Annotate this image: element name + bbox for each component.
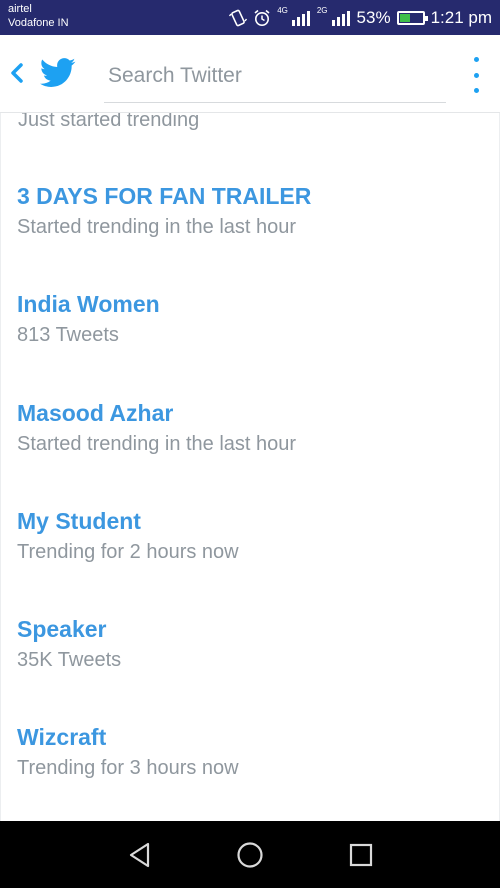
trends-list[interactable]: Just started trending 3 DAYS FOR FAN TRA…	[0, 113, 500, 821]
carrier-name-secondary: Vodafone IN	[8, 17, 69, 29]
network-type-1: 4G	[277, 6, 288, 15]
status-bar: airtel Vodafone IN 4G 2G 53% 1:21 pm	[0, 0, 500, 35]
trend-name: My Student	[17, 508, 141, 534]
trend-subtitle: Trending for 3 hours now	[17, 757, 239, 779]
vibrate-icon	[229, 9, 248, 27]
battery-tip	[424, 15, 428, 21]
trend-name: 3 DAYS FOR FAN TRAILER	[17, 183, 312, 209]
trend-item[interactable]: Speaker 35K Tweets	[1, 616, 499, 716]
carrier-name-primary: airtel	[8, 3, 32, 15]
menu-dot	[473, 88, 479, 93]
trend-item[interactable]: India Women 813 Tweets	[1, 291, 499, 391]
signal-icon	[291, 10, 311, 26]
trend-item[interactable]: Wizcraft Trending for 3 hours now	[1, 724, 499, 821]
app-bar	[0, 35, 500, 113]
status-icons: 4G 2G 53% 1:21 pm	[229, 0, 492, 35]
trend-item[interactable]: Masood Azhar Started trending in the las…	[1, 400, 499, 500]
trend-name: Speaker	[17, 616, 107, 642]
network-type-2: 2G	[316, 6, 328, 15]
trend-subtitle-partial: Just started trending	[18, 113, 200, 131]
more-vertical-icon[interactable]	[466, 57, 486, 93]
twitter-bird-icon[interactable]	[40, 57, 76, 89]
trend-subtitle: Started trending in the last hour	[17, 216, 297, 238]
menu-dot	[473, 57, 479, 62]
clock: 1:21 pm	[430, 7, 492, 27]
battery-level	[399, 13, 411, 22]
menu-dot	[473, 72, 479, 78]
trend-name: Masood Azhar	[17, 400, 174, 426]
system-nav-bar	[0, 821, 500, 888]
battery-icon	[396, 10, 428, 25]
trend-name: Wizcraft	[17, 724, 107, 750]
square-recents-icon[interactable]	[347, 841, 375, 869]
circle-home-icon[interactable]	[236, 841, 264, 869]
triangle-back-icon[interactable]	[126, 841, 154, 869]
trend-subtitle: 813 Tweets	[17, 324, 119, 346]
search-input[interactable]	[104, 49, 446, 103]
battery-percent: 53%	[356, 7, 391, 27]
trend-subtitle: 35K Tweets	[17, 649, 122, 671]
trend-subtitle: Trending for 2 hours now	[17, 541, 239, 563]
trend-item[interactable]: My Student Trending for 2 hours now	[1, 508, 499, 608]
signal-icon	[331, 10, 351, 26]
trend-subtitle: Started trending in the last hour	[17, 433, 297, 455]
alarm-icon	[253, 9, 271, 27]
trend-name: India Women	[17, 291, 160, 317]
chevron-left-icon[interactable]	[8, 63, 26, 83]
trend-item[interactable]: 3 DAYS FOR FAN TRAILER Started trending …	[1, 183, 499, 283]
